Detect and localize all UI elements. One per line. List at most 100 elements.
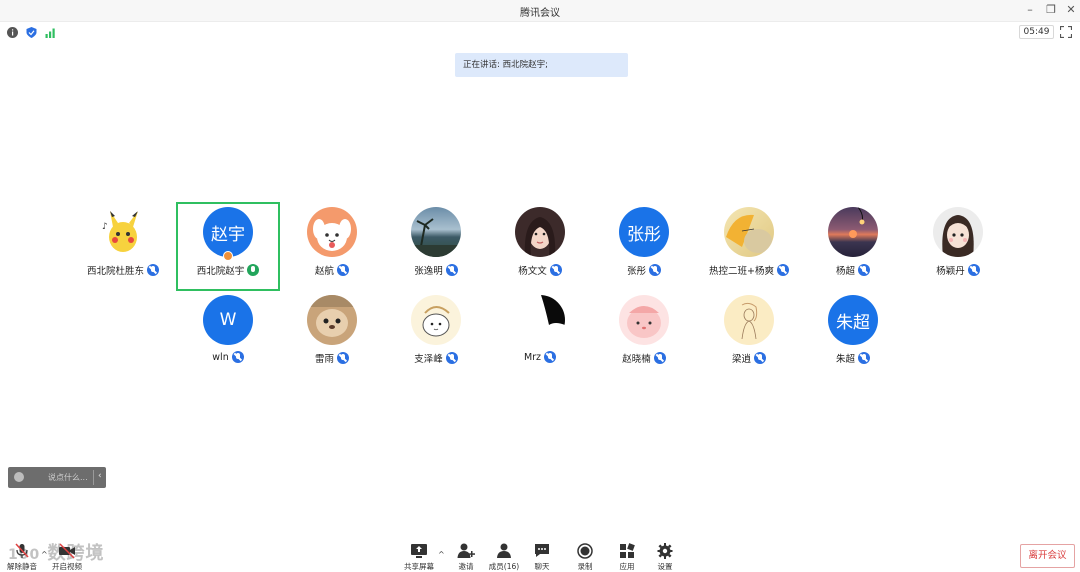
participant-name-row: 支泽峰 (384, 351, 488, 365)
settings-button[interactable]: 设置 (643, 543, 687, 571)
participant-name: 杨文文 (518, 266, 547, 277)
mic-active-icon (247, 264, 260, 276)
participant-tile[interactable]: 朱超 朱超 (801, 295, 905, 375)
participant-tile[interactable]: ♪ 西北院杜胜东 (71, 207, 175, 287)
participant-name-row: 杨超 (801, 263, 905, 277)
avatar-text: 赵宇 (211, 224, 245, 245)
mic-muted-icon (337, 352, 349, 364)
settings-label: 设置 (657, 562, 673, 571)
participant-tile[interactable]: 杨颖丹 (906, 207, 1010, 287)
participant-name-row: 梁逍 (697, 351, 801, 365)
mic-muted-icon (776, 264, 789, 276)
members-icon (497, 543, 511, 558)
info-bar (0, 22, 1080, 42)
title-bar: 腾讯会议 – ❐ ✕ (0, 0, 1080, 22)
participant-tile[interactable]: 张彤 张彤 (592, 207, 696, 287)
participant-tile[interactable]: 杨文文 (488, 207, 592, 287)
participant-tile[interactable]: 张逸明 (384, 207, 488, 287)
avatar: 赵宇 (203, 207, 253, 257)
mic-muted-icon (231, 351, 244, 363)
participant-name: 梁逍 (731, 354, 751, 365)
participant-tile[interactable]: Mrz (488, 295, 592, 375)
mic-muted-icon (858, 352, 870, 364)
participant-name: 西北院赵宇 (196, 266, 245, 277)
participant-name-row: Mrz (488, 351, 592, 363)
participant-tile[interactable]: 杨超 (801, 207, 905, 287)
avatar-text: 张彤 (627, 224, 661, 245)
avatar (933, 207, 983, 257)
mic-muted-icon (544, 351, 557, 363)
shield-icon[interactable] (26, 27, 37, 38)
gear-icon (657, 543, 673, 559)
host-badge-icon (223, 251, 233, 261)
avatar (619, 295, 669, 345)
participant-name: 西北院杜胜东 (86, 266, 144, 277)
fullscreen-icon[interactable] (1060, 26, 1072, 38)
participant-name: 赵晓楠 (622, 354, 651, 365)
share-screen-icon (411, 544, 427, 558)
emoji-icon[interactable] (14, 472, 24, 482)
avatar (411, 207, 461, 257)
video-button[interactable]: 开启视频 (45, 543, 89, 571)
meeting-timer: 05:49 (1019, 25, 1054, 39)
participant-name-row: 张彤 (592, 263, 696, 277)
mic-muted-icon (967, 264, 980, 276)
mic-muted-icon (649, 264, 661, 276)
info-icon[interactable] (7, 27, 18, 38)
participant-name-row: wln (176, 351, 280, 363)
chevron-left-icon[interactable]: ‹ (98, 471, 102, 481)
avatar (515, 295, 565, 345)
participant-name-row: 杨文文 (488, 263, 592, 277)
avatar: ♪ (98, 207, 148, 257)
chat-placeholder: 说点什么... (48, 473, 88, 482)
unmute-button[interactable]: 解除静音 (0, 543, 44, 571)
minimize-icon[interactable]: – (1023, 3, 1037, 17)
signal-icon[interactable] (45, 27, 56, 38)
speaking-indicator: 正在讲话: 西北院赵宇; (455, 53, 628, 77)
participant-name: 杨超 (835, 266, 855, 277)
participant-name: 朱超 (835, 354, 855, 365)
mic-muted-icon (147, 264, 159, 276)
restore-icon[interactable]: ❐ (1044, 3, 1058, 17)
chat-quick-input[interactable]: 说点什么... ‹ (8, 467, 106, 488)
avatar (515, 207, 565, 257)
participant-name-row: 西北院赵宇 (176, 263, 280, 277)
mic-muted-icon (15, 543, 29, 558)
participant-tile[interactable]: 赵宇 西北院赵宇 (176, 207, 280, 287)
chat-bubble-icon (535, 544, 549, 557)
participant-name: Mrz (523, 351, 542, 363)
share-screen-button[interactable]: 共享屏幕 (397, 543, 441, 571)
participant-tile[interactable]: 支泽峰 (384, 295, 488, 375)
participant-name-row: 朱超 (801, 351, 905, 365)
participant-tile[interactable]: 赵晓楠 (592, 295, 696, 375)
close-icon[interactable]: ✕ (1064, 3, 1078, 17)
participant-name: 赵航 (314, 266, 334, 277)
svg-text:♪: ♪ (102, 222, 108, 232)
participant-name-row: 西北院杜胜东 (71, 263, 175, 277)
mic-muted-icon (858, 264, 870, 276)
apps-grid-icon (620, 543, 635, 558)
avatar-text: W (219, 310, 237, 330)
participant-tile[interactable]: W wln (176, 295, 280, 375)
participant-tile[interactable]: 热控二班+杨爽 (697, 207, 801, 287)
mic-muted-icon (445, 352, 458, 364)
participant-name-row: 热控二班+杨爽 (697, 263, 801, 277)
avatar (307, 295, 357, 345)
mic-muted-icon (445, 264, 458, 276)
avatar (724, 295, 774, 345)
participant-name: 张逸明 (414, 266, 443, 277)
window-title: 腾讯会议 (520, 8, 560, 19)
participant-tile[interactable]: 雷雨 (280, 295, 384, 375)
avatar-text: 朱超 (836, 312, 870, 333)
invite-user-icon (457, 543, 475, 558)
divider (93, 470, 94, 485)
participant-name-row: 杨颖丹 (906, 263, 1010, 277)
participant-name: 热控二班+杨爽 (709, 266, 774, 277)
avatar (307, 207, 357, 257)
leave-meeting-button[interactable]: 离开会议 (1020, 544, 1075, 568)
mic-muted-icon (754, 352, 766, 364)
participant-tile[interactable]: 赵航 (280, 207, 384, 287)
participant-name-row: 赵航 (280, 263, 384, 277)
participant-tile[interactable]: 梁逍 (697, 295, 801, 375)
record-icon (577, 543, 593, 559)
